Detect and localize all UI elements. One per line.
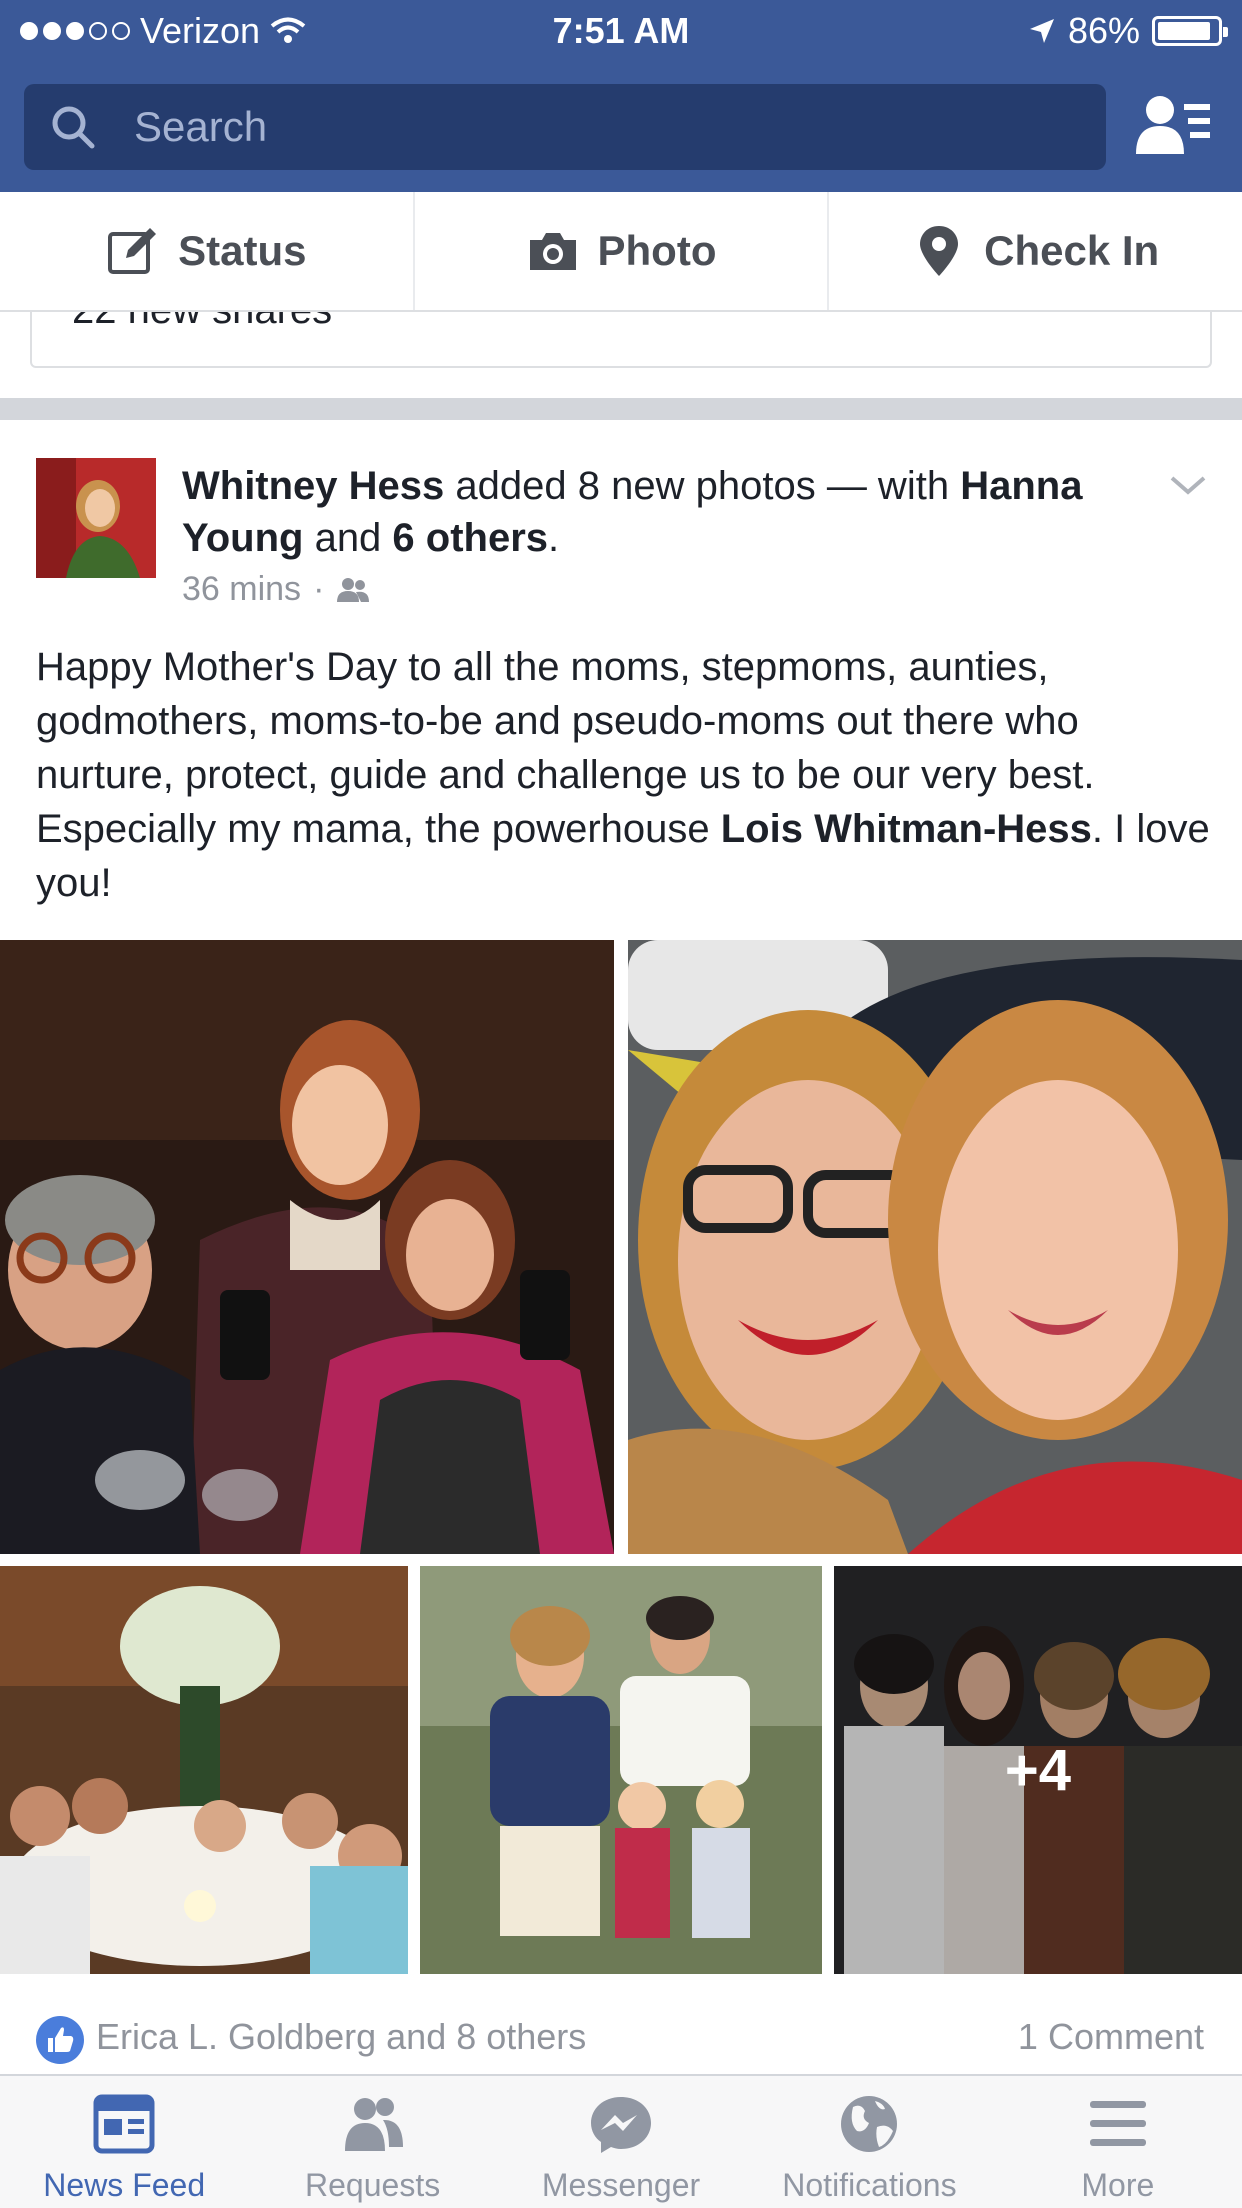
check-in-button[interactable]: Check In [829, 192, 1242, 310]
tab-requests[interactable]: Requests [248, 2076, 496, 2208]
tab-label: More [1081, 2167, 1155, 2203]
status-right: 86% [1028, 10, 1228, 52]
check-in-label: Check In [984, 227, 1160, 274]
search-bar[interactable] [24, 84, 1106, 170]
status-button[interactable]: Status [0, 192, 415, 310]
globe-icon [841, 2096, 898, 2152]
photo-5[interactable]: +4 [834, 1566, 1242, 1974]
meta-separator: · [313, 570, 325, 608]
photo-3[interactable] [0, 1566, 408, 1974]
photo-2[interactable] [628, 940, 1242, 1554]
menu-icon [1089, 2101, 1146, 2146]
tab-label: Requests [305, 2167, 441, 2203]
avatar[interactable] [36, 458, 156, 578]
battery-percent: 86% [1067, 10, 1140, 51]
post-body: Happy Mother's Day to all the moms, step… [36, 640, 1216, 910]
search-icon [52, 106, 95, 149]
mention-link[interactable]: Lois Whitman-Hess [721, 807, 1092, 851]
battery-icon [1152, 16, 1228, 46]
photo-4[interactable] [420, 1566, 822, 1974]
author-name[interactable]: Whitney Hess [182, 464, 444, 508]
friend-requests-icon[interactable] [1132, 92, 1212, 162]
tab-notifications[interactable]: Notifications [745, 2076, 993, 2208]
comment-count[interactable]: 1 Comment [1018, 2016, 1204, 2058]
and-text: and [303, 516, 393, 560]
location-arrow-icon [1029, 19, 1054, 43]
status-bar: Verizon 7:51 AM 86% [0, 0, 1242, 62]
tab-news-feed[interactable]: News Feed [0, 2076, 248, 2208]
news-feed-icon [93, 2094, 155, 2154]
messenger-icon [591, 2097, 652, 2153]
photo-label: Photo [597, 227, 717, 274]
requests-icon [344, 2098, 403, 2151]
header-period: . [548, 516, 560, 560]
camera-icon [529, 233, 576, 270]
reactions-bar: Erica L. Goldberg and 8 others 1 Comment [0, 2000, 1242, 2074]
post-header: Whitney Hess added 8 new photos — with H… [182, 460, 1162, 564]
post-time[interactable]: 36 mins [182, 570, 301, 609]
edit-icon [108, 228, 157, 274]
feed-divider [0, 398, 1242, 420]
tab-bar: News Feed Requests Messenger Notificatio… [0, 2074, 1242, 2208]
tab-label: Notifications [782, 2167, 957, 2203]
top-bar: Verizon 7:51 AM 86% [0, 0, 1242, 192]
likes-summary[interactable]: Erica L. Goldberg and 8 others [96, 2016, 586, 2058]
tab-messenger[interactable]: Messenger [497, 2076, 745, 2208]
post-action: added 8 new photos — with [444, 464, 961, 508]
location-pin-icon [920, 226, 959, 276]
profile-photo [36, 458, 156, 578]
friends-icon [337, 577, 370, 602]
photo-grid: +4 [0, 940, 1242, 1996]
chevron-down-icon[interactable] [1168, 470, 1208, 500]
like-icon [36, 2016, 84, 2064]
search-input[interactable] [134, 92, 1074, 162]
tab-label: Messenger [541, 2167, 701, 2203]
tagged-others[interactable]: 6 others [392, 516, 548, 560]
tab-more[interactable]: More [994, 2076, 1242, 2208]
more-photos-count: +4 [834, 1566, 1242, 1974]
photo-1[interactable] [0, 940, 614, 1554]
post-meta: 36 mins · [182, 570, 370, 609]
status-label: Status [178, 227, 307, 274]
photo-button[interactable]: Photo [415, 192, 830, 310]
composer-bar: Status Photo Check In [0, 192, 1242, 312]
tab-label: News Feed [43, 2167, 206, 2203]
